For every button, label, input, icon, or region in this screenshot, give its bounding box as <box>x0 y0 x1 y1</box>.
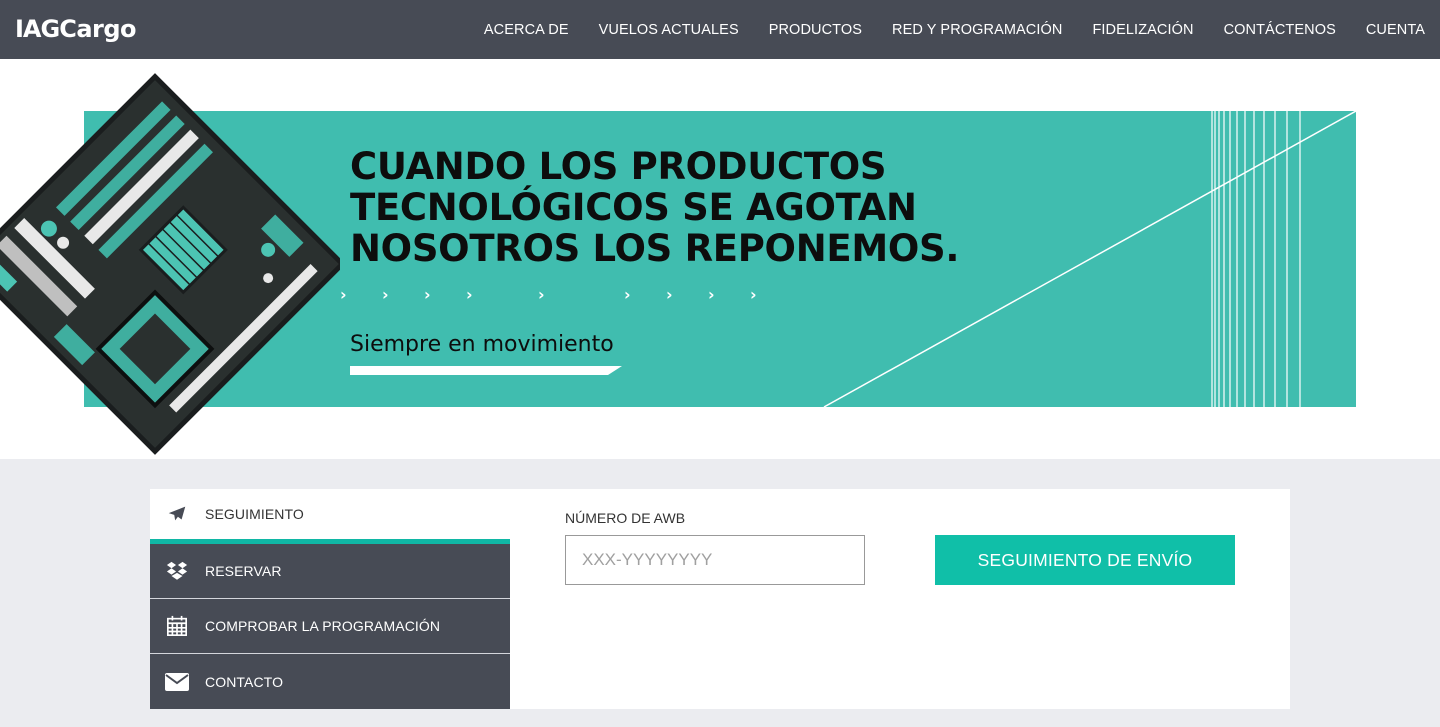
tools-section: SEGUIMIENTO RESERVAR COMPROBAR LA PROGRA… <box>0 459 1440 727</box>
menu-item-reservar[interactable]: RESERVAR <box>150 544 510 599</box>
chevron-right-icon: › <box>624 285 631 304</box>
menu-item-seguimiento[interactable]: SEGUIMIENTO <box>150 489 510 544</box>
motherboard-image <box>0 73 340 455</box>
menu-item-contacto[interactable]: CONTACTO <box>150 654 510 709</box>
nav-vuelos-actuales[interactable]: VUELOS ACTUALES <box>599 22 739 38</box>
nav-contactenos[interactable]: CONTÁCTENOS <box>1224 22 1336 38</box>
menu-item-comprobar-programacion[interactable]: COMPROBAR LA PROGRAMACIÓN <box>150 599 510 654</box>
chevron-right-icon: › <box>708 285 715 304</box>
headline-line-3: NOSOTROS LOS REPONEMOS. <box>350 227 960 270</box>
iag-cargo-logo[interactable]: IAG Cargo <box>15 15 137 43</box>
nav-productos[interactable]: PRODUCTOS <box>769 22 862 38</box>
nav-red-y-programacion[interactable]: RED Y PROGRAMACIÓN <box>892 22 1062 38</box>
chevron-row: › › › › › › › › › <box>340 285 780 305</box>
dropbox-icon <box>165 559 189 583</box>
menu-label-seguimiento: SEGUIMIENTO <box>205 506 304 522</box>
chevron-right-icon: › <box>750 285 757 304</box>
top-navigation-bar: IAG Cargo ACERCA DE VUELOS ACTUALES PRODU… <box>0 0 1440 59</box>
hero-tagline: Siempre en movimiento <box>350 332 614 357</box>
chevron-right-icon: › <box>666 285 673 304</box>
chevron-right-icon: › <box>382 285 389 304</box>
hero-headline: CUANDO LOS PRODUCTOS TECNOLÓGICOS SE AGO… <box>350 146 1050 269</box>
tools-panel: SEGUIMIENTO RESERVAR COMPROBAR LA PROGRA… <box>150 489 1290 709</box>
headline-line-1: CUANDO LOS PRODUCTOS <box>350 145 887 188</box>
headline-line-2: TECNOLÓGICOS SE AGOTAN <box>350 186 917 229</box>
menu-label-comprobar-programacion: COMPROBAR LA PROGRAMACIÓN <box>205 618 441 634</box>
plane-icon <box>165 502 189 526</box>
chevron-right-icon: › <box>466 285 473 304</box>
nav-cuenta[interactable]: CUENTA <box>1366 22 1425 38</box>
menu-label-contacto: CONTACTO <box>205 673 284 690</box>
nav-fidelizacion[interactable]: FIDELIZACIÓN <box>1092 22 1193 38</box>
envelope-icon <box>165 670 189 694</box>
chevron-right-icon: › <box>340 285 347 304</box>
calendar-icon <box>165 614 189 638</box>
logo-cargo-text: Cargo <box>59 15 137 43</box>
logo-iag-text: IAG <box>15 15 60 43</box>
hero-section: CUANDO LOS PRODUCTOS TECNOLÓGICOS SE AGO… <box>0 59 1440 459</box>
chevron-right-icon: › <box>424 285 431 304</box>
track-shipment-button[interactable]: SEGUIMIENTO DE ENVÍO <box>935 535 1235 585</box>
chevron-right-icon: › <box>538 285 545 304</box>
menu-label-reservar: RESERVAR <box>205 563 282 579</box>
tagline-underline <box>350 366 622 375</box>
awb-number-input[interactable] <box>565 535 865 585</box>
tools-menu: SEGUIMIENTO RESERVAR COMPROBAR LA PROGRA… <box>150 489 510 709</box>
nav-acerca-de[interactable]: ACERCA DE <box>484 22 569 38</box>
awb-number-label: NÚMERO DE AWB <box>565 510 686 526</box>
main-nav: ACERCA DE VUELOS ACTUALES PRODUCTOS RED … <box>454 0 1425 59</box>
